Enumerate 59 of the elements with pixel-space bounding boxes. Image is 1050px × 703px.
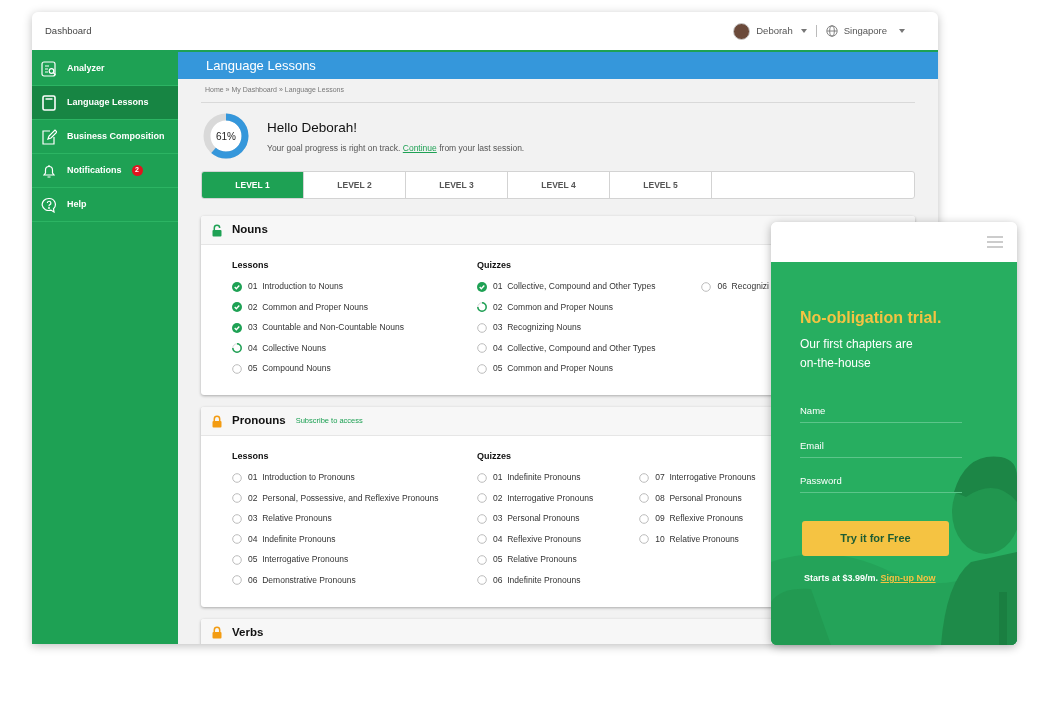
pricing-text: Starts at $3.99/m. Sign-up Now: [804, 572, 936, 585]
lesson-link[interactable]: 01 Indefinite Pronouns: [493, 471, 581, 485]
column-heading: Lessons: [232, 259, 269, 272]
lesson-link[interactable]: 04 Collective, Compound and Other Types: [493, 341, 656, 355]
help-icon: [41, 196, 57, 213]
lesson-link[interactable]: 05 Interrogative Pronouns: [248, 553, 349, 567]
lesson-link[interactable]: 01 Introduction to Pronouns: [248, 471, 355, 485]
lesson-link[interactable]: 03 Recognizing Nouns: [493, 321, 581, 335]
lesson-link[interactable]: 02 Interrogative Pronouns: [493, 491, 594, 505]
caret-icon: [899, 29, 905, 33]
lesson-link[interactable]: 06 Recognizi: [717, 280, 769, 294]
greeting-title: Hello Deborah!: [267, 118, 358, 137]
lesson-link[interactable]: 05 Common and Proper Nouns: [493, 362, 614, 376]
book-icon: [41, 94, 57, 111]
lesson-link[interactable]: 03 Countable and Non-Countable Nouns: [248, 321, 404, 335]
lesson-link[interactable]: 02 Personal, Possessive, and Reflexive Pronouns: [248, 491, 439, 505]
caret-icon: [800, 29, 807, 33]
section-title: Pronouns: [232, 413, 286, 429]
lesson-link[interactable]: 08 Personal Pronouns: [655, 491, 742, 505]
globe-icon: [825, 25, 838, 37]
lesson-link[interactable]: 03 Personal Pronouns: [493, 512, 580, 526]
lesson-link[interactable]: 05 Relative Pronouns: [493, 553, 577, 567]
lesson-link[interactable]: 04 Indefinite Pronouns: [248, 532, 336, 546]
input-field[interactable]: Name: [800, 399, 962, 423]
lesson-link[interactable]: 01 Collective, Compound and Other Types: [493, 280, 656, 294]
lesson-link[interactable]: 02 Common and Proper Nouns: [248, 300, 369, 314]
lesson-link[interactable]: 07 Interrogative Pronouns: [655, 471, 756, 485]
sidebar-item[interactable]: Language Lessons: [32, 86, 178, 120]
lesson-link[interactable]: 04 Reflexive Pronouns: [493, 532, 581, 546]
progress-label: 61%: [215, 129, 237, 144]
trial-subline: Our first chapters are on-the-house: [800, 336, 914, 372]
lesson-link[interactable]: 06 Indefinite Pronouns: [493, 573, 581, 587]
input-field[interactable]: Email: [800, 434, 962, 458]
column-heading: Quizzes: [477, 259, 511, 272]
region-menu[interactable]: Singapore: [825, 23, 905, 39]
try-free-button[interactable]: Try it for Free: [802, 521, 949, 556]
lesson-link[interactable]: 09 Reflexive Pronouns: [655, 512, 744, 526]
edit-icon: [41, 128, 57, 145]
greeting-text: Your goal progress is right on track. Continue from your last session.: [267, 141, 525, 155]
column-heading: Quizzes: [477, 450, 511, 463]
avatar: [733, 22, 751, 40]
analyzer-icon: [41, 60, 57, 77]
window-title: Dashboard: [45, 23, 92, 38]
menu-icon[interactable]: [987, 236, 1003, 248]
lesson-link[interactable]: 02 Common and Proper Nouns: [493, 300, 614, 314]
section-title: Verbs: [232, 624, 264, 640]
input-field[interactable]: Password: [800, 469, 962, 493]
lesson-link[interactable]: 05 Compound Nouns: [248, 362, 331, 376]
trial-headline: No-obligation trial.: [800, 308, 942, 328]
lesson-link[interactable]: 10 Relative Pronouns: [655, 532, 739, 546]
lesson-link[interactable]: 06 Demonstrative Pronouns: [248, 573, 356, 587]
section-title: Nouns: [232, 222, 268, 238]
lesson-link[interactable]: 03 Relative Pronouns: [248, 512, 332, 526]
page-title: Language Lessons: [206, 56, 316, 75]
column-heading: Lessons: [232, 450, 269, 463]
lesson-link[interactable]: 01 Introduction to Nouns: [248, 280, 343, 294]
user-menu[interactable]: Deborah: [733, 22, 807, 40]
bell-icon: [41, 162, 57, 179]
lesson-link[interactable]: 04 Collective Nouns: [248, 341, 326, 355]
